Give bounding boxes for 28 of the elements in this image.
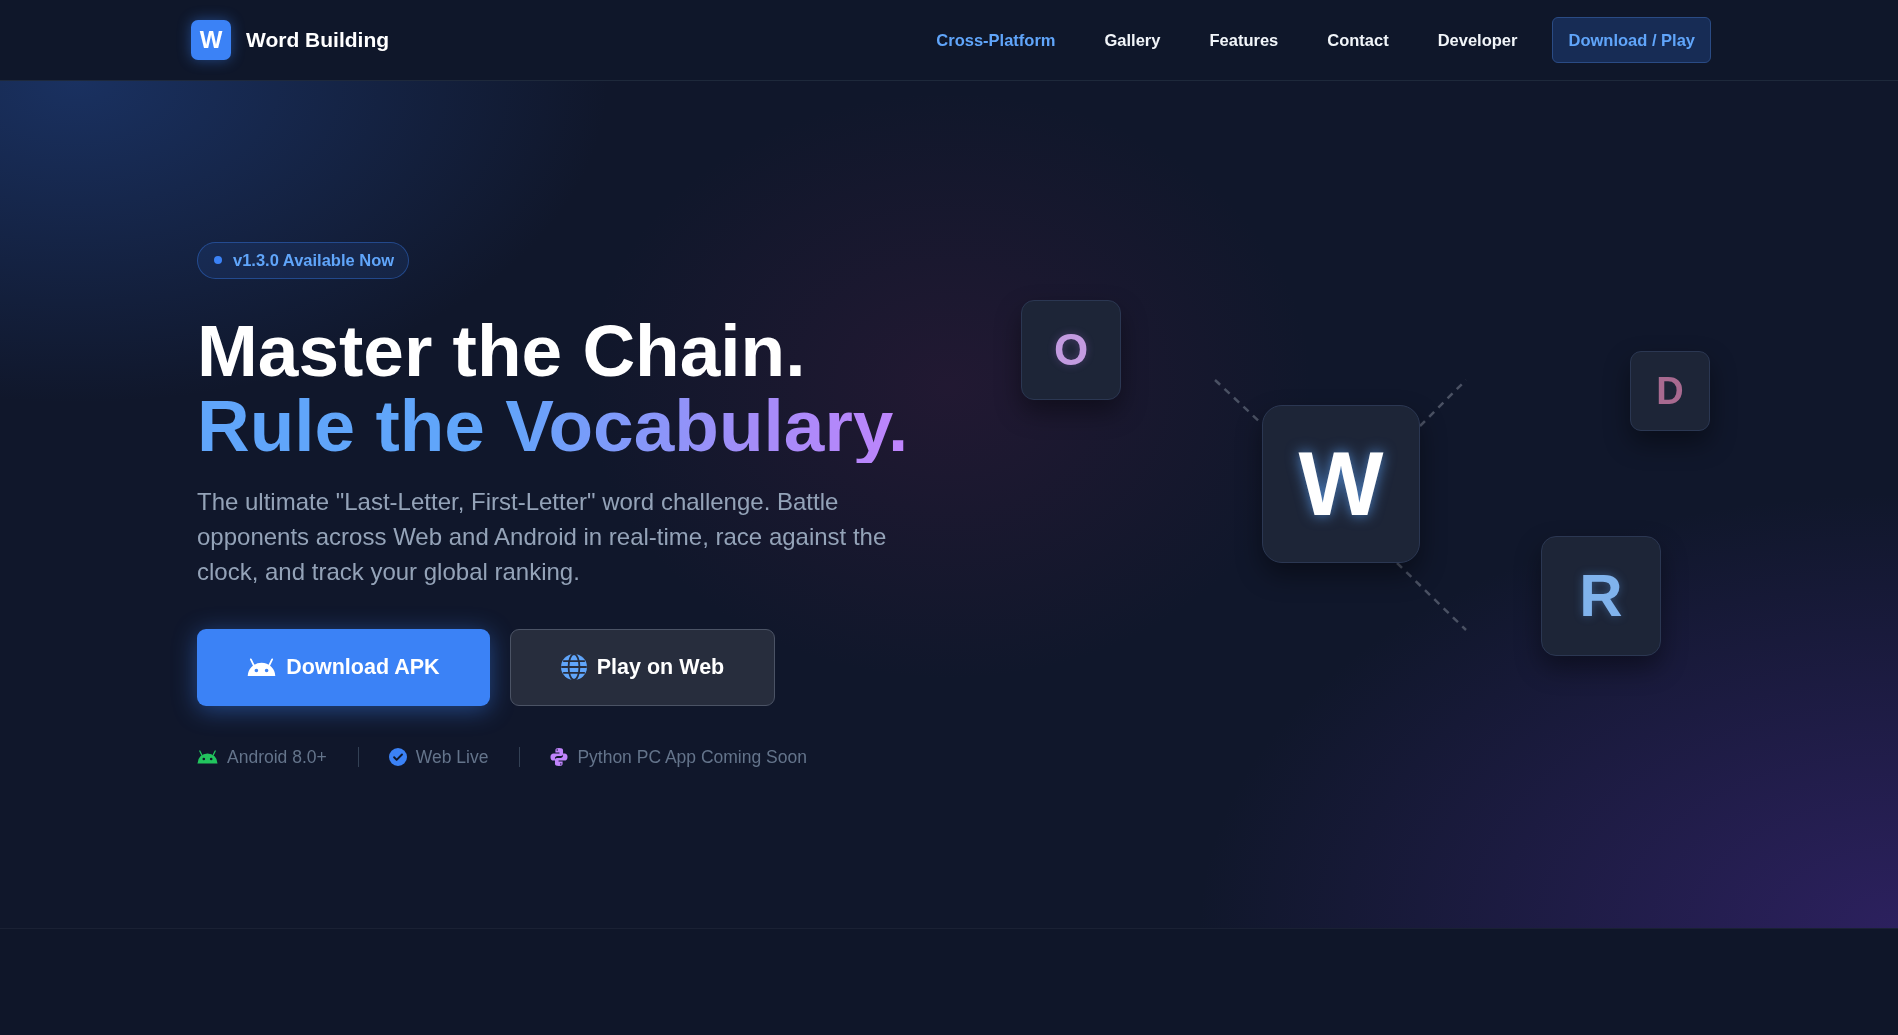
download-apk-button[interactable]: Download APK [197,628,490,706]
letter-tile: R [1541,535,1661,656]
dashed-line [1396,561,1467,631]
status-dot-icon [214,256,222,264]
platform-label: Android 8.0+ [227,746,327,768]
platform-label: Python PC App Coming Soon [577,746,807,768]
nav-link[interactable]: Developer [1437,30,1518,50]
hero-description: The ultimate "Last-Letter, First-Letter" word challenge. Battle opponents across Web and Android in real-time, race against the clock, and track your global ranking. [197,486,888,587]
nav-link[interactable]: Contact [1327,30,1389,50]
nav-link[interactable]: Cross-Platform [936,30,1056,50]
dashed-line [1419,378,1467,427]
check-circle-icon [388,748,407,766]
platform-label: Web Live [415,746,489,768]
letter-tile: O [1021,299,1121,400]
nav-link[interactable]: Gallery [1104,30,1161,50]
brand-name: Word Building [246,28,390,52]
download-play-button[interactable]: Download / Play [1552,17,1711,63]
badge-label: v1.3.0 Available Now [233,250,395,270]
globe-icon [560,654,587,680]
python-icon [550,748,569,766]
app-logo: W [191,20,231,60]
nav-link[interactable]: Features [1209,30,1279,50]
letter-tile: W [1262,404,1420,563]
play-on-web-button[interactable]: Play on Web [510,628,775,706]
android-icon [197,750,218,764]
android-icon [247,657,277,677]
headline: Master the Chain. [197,312,806,388]
letter-tile: D [1630,350,1710,431]
